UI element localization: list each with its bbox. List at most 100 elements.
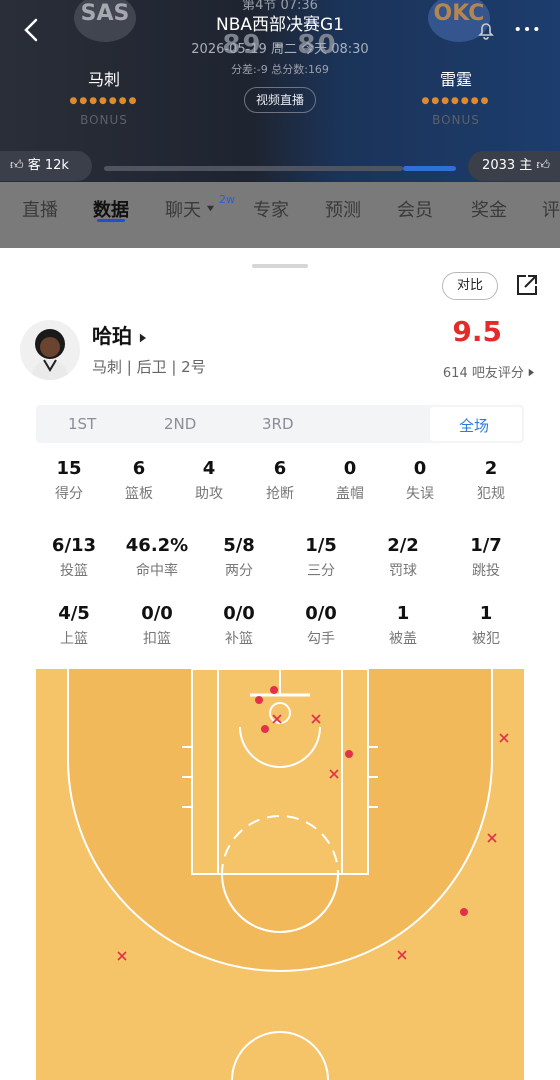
tab-vip[interactable]: 会员	[397, 196, 433, 222]
cheer-bar-home	[403, 166, 456, 171]
stat-blocks: 0 盖帽	[315, 458, 385, 503]
shot-chart-court	[36, 669, 524, 1080]
tab-chat[interactable]: 聊天	[165, 196, 201, 222]
fan-rating-link[interactable]: 614 吧友评分	[443, 362, 534, 381]
stat-putback: 0/0 补篮	[204, 603, 274, 648]
stat-points: 15 得分	[34, 458, 104, 503]
game-tabs: 直播 数据 聊天 专家 预测 会员 奖金 评	[0, 182, 560, 248]
stat-value: 46.2%	[125, 535, 189, 556]
stat-fouled: 1 被犯	[451, 603, 521, 648]
stat-turnovers: 0 失误	[385, 458, 455, 503]
stat-label: 三分	[307, 563, 335, 579]
quarter-1st[interactable]: 1ST	[68, 415, 96, 433]
made-shot-marker	[261, 725, 269, 733]
stat-value: 1/5	[305, 535, 337, 556]
stat-value: 1/7	[470, 535, 502, 556]
stat-label: 助攻	[195, 486, 223, 502]
video-live-button[interactable]: 视频直播	[244, 87, 316, 113]
stat-value: 6	[273, 458, 287, 479]
caret-down-icon	[206, 205, 215, 212]
stat-2pt: 5/8 两分	[204, 535, 274, 580]
more-icon[interactable]	[514, 24, 542, 34]
stat-rebounds: 6 篮板	[104, 458, 174, 503]
quarter-full-game[interactable]: 全场	[459, 415, 489, 436]
stat-value: 4	[202, 458, 216, 479]
stat-value: 0	[413, 458, 427, 479]
stat-label: 跳投	[472, 563, 500, 579]
stat-value: 0/0	[305, 603, 337, 624]
stat-value: 2	[484, 458, 498, 479]
tab-bonus[interactable]: 奖金	[471, 196, 507, 222]
made-shot-marker	[460, 908, 468, 916]
caret-right-icon	[139, 333, 146, 342]
stat-label: 被犯	[472, 631, 500, 647]
stat-value: 0	[343, 458, 357, 479]
tab-predict[interactable]: 预测	[325, 196, 361, 222]
stat-ft: 2/2 罚球	[368, 535, 438, 580]
stat-value: 0/0	[141, 603, 173, 624]
stat-value: 1	[396, 603, 410, 624]
stat-label: 得分	[55, 486, 83, 502]
away-cheer-count: 客 12k	[27, 158, 69, 173]
away-team-name[interactable]: 雷霆	[416, 66, 496, 90]
stat-value: 0/0	[223, 603, 255, 624]
bell-icon[interactable]	[474, 18, 498, 42]
player-name[interactable]: 哈珀	[92, 320, 146, 349]
stat-value: 15	[56, 458, 82, 479]
tab-experts[interactable]: 专家	[253, 196, 289, 222]
player-rating: 9.5	[452, 315, 502, 348]
stat-label: 投篮	[60, 563, 88, 579]
stat-fouls: 2 犯规	[456, 458, 526, 503]
stat-label: 勾手	[307, 631, 335, 647]
home-team-name[interactable]: 马刺	[64, 66, 144, 90]
tab-live[interactable]: 直播	[22, 196, 58, 222]
stat-label: 失误	[406, 486, 434, 502]
home-bonus: BONUS	[80, 113, 128, 127]
game-detail-screen: { "header": { "quarter": "第4节 07:36", "t…	[0, 0, 560, 1080]
game-header: SAS OKC 第4节 07:36 NBA西部决赛G1 89 - 80 2026…	[0, 0, 560, 182]
player-avatar[interactable]	[20, 320, 80, 380]
made-shot-marker	[255, 696, 263, 704]
sheet-grab-handle[interactable]	[252, 264, 308, 268]
player-meta: 马刺 | 后卫 | 2号	[92, 358, 206, 376]
stat-label: 被盖	[389, 631, 417, 647]
stat-fg-pct: 46.2% 命中率	[122, 535, 192, 580]
stat-label: 抢断	[266, 486, 294, 502]
stat-jumpshot: 1/7 跳投	[451, 535, 521, 580]
stat-value: 2/2	[387, 535, 419, 556]
stat-label: 补篮	[225, 631, 253, 647]
active-tab-indicator	[97, 219, 125, 222]
stat-hook: 0/0 勾手	[286, 603, 356, 648]
stat-label: 扣篮	[143, 631, 171, 647]
made-shot-marker	[345, 750, 353, 758]
away-bonus: BONUS	[432, 113, 480, 127]
thumb-up-icon: 👍︎	[10, 158, 24, 173]
chat-badge: 2w	[219, 193, 235, 206]
stat-3pt: 1/5 三分	[286, 535, 356, 580]
stat-label: 罚球	[389, 563, 417, 579]
quarter-2nd[interactable]: 2ND	[164, 415, 196, 433]
stat-value: 5/8	[223, 535, 255, 556]
share-icon[interactable]	[514, 272, 540, 298]
stat-steals: 6 抢断	[245, 458, 315, 503]
home-cheer-count: 2033 主	[482, 158, 533, 173]
fan-rating-text: 614 吧友评分	[442, 366, 524, 381]
player-name-text: 哈珀	[92, 324, 132, 348]
away-timeouts: ●●●●●●●	[421, 96, 491, 106]
stat-label: 盖帽	[336, 486, 364, 502]
stat-label: 篮板	[125, 486, 153, 502]
stat-value: 1	[479, 603, 493, 624]
stat-fg: 6/13 投篮	[39, 535, 109, 580]
home-cheer-button[interactable]: 2033 主 👍︎	[468, 151, 560, 181]
stat-layup: 4/5 上篮	[39, 603, 109, 648]
stat-value: 6/13	[51, 535, 97, 556]
tab-review[interactable]: 评	[542, 196, 560, 222]
stat-label: 上篮	[60, 631, 88, 647]
stat-label: 两分	[225, 563, 253, 579]
stat-assists: 4 助攻	[174, 458, 244, 503]
made-shot-marker	[270, 686, 278, 694]
quarter-3rd[interactable]: 3RD	[262, 415, 294, 433]
away-cheer-button[interactable]: 👍︎ 客 12k	[0, 151, 92, 181]
stat-value: 4/5	[58, 603, 90, 624]
compare-button[interactable]: 对比	[442, 272, 498, 300]
